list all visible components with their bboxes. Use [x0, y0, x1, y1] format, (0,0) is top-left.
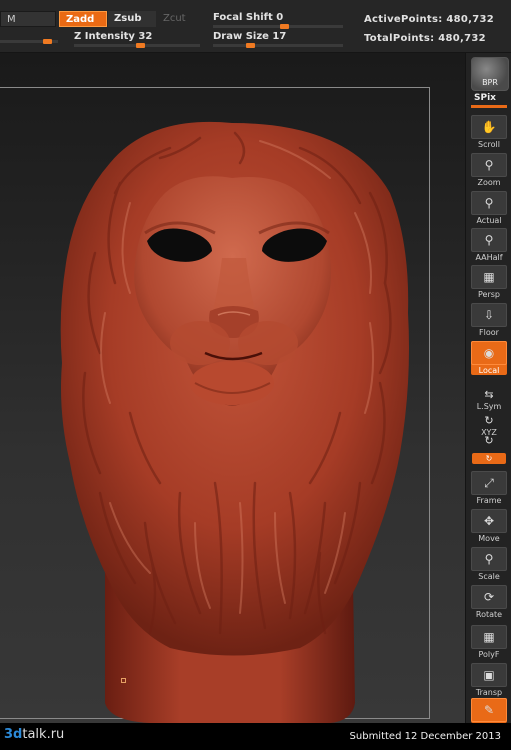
z-intensity-slider[interactable] — [74, 43, 200, 48]
active-points: ActivePoints: 480,732 — [364, 14, 495, 25]
canvas-viewport[interactable] — [0, 53, 465, 723]
zadd-button[interactable]: Zadd — [59, 11, 107, 27]
spix-label: SPix — [474, 93, 496, 103]
transparency-icon: ▣ — [471, 663, 507, 687]
slider-knob[interactable] — [246, 43, 255, 48]
magnifier-icon: ⚲ — [471, 228, 507, 252]
z-rotate-toggle[interactable]: ↻ — [472, 453, 506, 464]
focal-shift-value: 0 — [276, 12, 284, 23]
polygrid-icon: ▦ — [471, 625, 507, 649]
scale-button[interactable]: ⚲ Scale — [471, 547, 507, 581]
local-button[interactable]: ◉ Local — [471, 341, 507, 375]
frame-icon: ⤢ — [471, 471, 507, 495]
draw-size-label: Draw Size 17 — [213, 31, 287, 42]
focal-shift-label: Focal Shift 0 — [213, 12, 284, 23]
slider-knob[interactable] — [136, 43, 145, 48]
move-icon: ✥ — [471, 509, 507, 533]
floor-icon: ⇩ — [471, 303, 507, 327]
m-button[interactable]: M — [0, 11, 56, 27]
aahalf-button[interactable]: ⚲ AAHalf — [471, 228, 507, 262]
draw-size-value: 17 — [272, 31, 287, 42]
submitted-date: Submitted 12 December 2013 — [349, 731, 501, 742]
frame-corner-marker — [121, 678, 126, 683]
floor-button[interactable]: ⇩ Floor — [471, 303, 507, 337]
frame-button[interactable]: ⤢ Frame — [471, 471, 507, 505]
rotate-icon: ⟳ — [471, 585, 507, 609]
polyf-button[interactable]: ▦ PolyF — [471, 625, 507, 659]
top-toolbar: M Zadd Zsub Zcut Z Intensity 32 Focal Sh… — [0, 0, 511, 53]
rgb-slider[interactable] — [0, 39, 58, 44]
sculpt-chin — [190, 361, 274, 405]
y-rotate-button[interactable]: ↻ — [471, 433, 507, 447]
rotate-icon: ↻ — [484, 433, 494, 447]
actual-button[interactable]: ⚲ Actual — [471, 191, 507, 225]
persp-button[interactable]: ▦ Persp — [471, 265, 507, 299]
magnifier-icon: ⚲ — [471, 191, 507, 215]
draw-size-slider[interactable] — [213, 43, 343, 48]
lsym-button[interactable]: ⇆ L.Sym — [471, 387, 507, 412]
bpr-button[interactable]: BPR — [471, 57, 509, 91]
brush-icon: ✎ — [471, 698, 507, 722]
site-logo[interactable]: 3dtalk.ru — [4, 727, 64, 742]
scale-icon: ⚲ — [471, 547, 507, 571]
zoom-button[interactable]: ⚲ Zoom — [471, 153, 507, 187]
symmetry-icon: ⇆ — [484, 387, 494, 401]
scroll-button[interactable]: ✋ Scroll — [471, 115, 507, 149]
grid-icon: ▦ — [471, 265, 507, 289]
magnifier-icon: ⚲ — [471, 153, 507, 177]
slider-knob[interactable] — [280, 24, 289, 29]
move-button[interactable]: ✥ Move — [471, 509, 507, 543]
rotate-icon: ↻ — [484, 413, 494, 427]
ghost-button[interactable]: ✎ — [471, 698, 507, 723]
transp-button[interactable]: ▣ Transp — [471, 663, 507, 697]
lion-sculpt — [60, 121, 410, 723]
z-intensity-value: 32 — [138, 31, 153, 42]
slider-knob[interactable] — [43, 39, 52, 44]
zsub-button[interactable]: Zsub — [108, 11, 156, 27]
local-icon: ◉ — [471, 341, 507, 365]
total-points: TotalPoints: 480,732 — [364, 33, 486, 44]
z-intensity-label: Z Intensity 32 — [74, 31, 153, 42]
footer-bar: 3dtalk.ru Submitted 12 December 2013 — [0, 723, 511, 750]
rotate-button[interactable]: ⟳ Rotate — [471, 585, 507, 619]
spix-slider[interactable] — [471, 105, 507, 108]
right-shelf: BPR SPix ✋ Scroll ⚲ Zoom ⚲ Actual ⚲ AAHa… — [465, 53, 511, 723]
zcut-button[interactable]: Zcut — [157, 11, 205, 27]
focal-shift-slider[interactable] — [213, 24, 343, 29]
hand-icon: ✋ — [471, 115, 507, 139]
